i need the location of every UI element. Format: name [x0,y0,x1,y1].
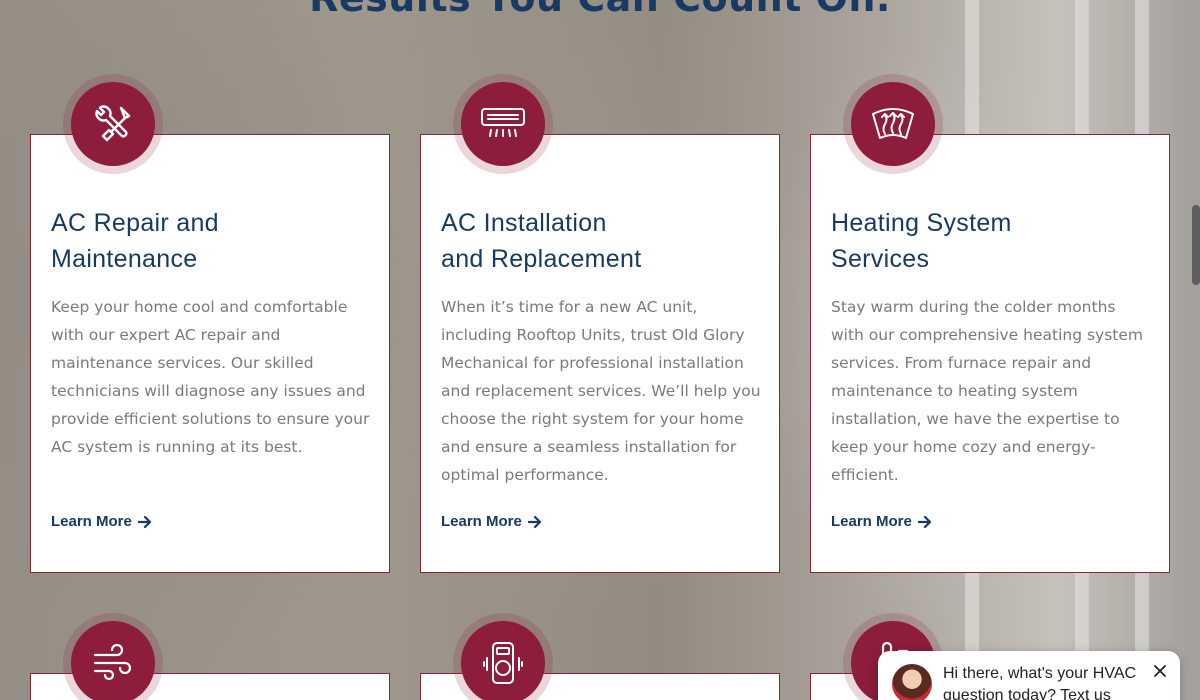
tools-icon [71,82,155,166]
section-headline: Results You Can Count On. [0,0,1200,20]
learn-more-link[interactable]: Learn More [441,513,542,530]
page-scrollbar-thumb[interactable] [1192,205,1200,285]
arrow-right-icon [527,515,541,528]
chat-widget[interactable]: Hi there, what's your HVAC question toda… [878,651,1180,700]
service-card-title: AC Installation and Replacement [441,209,642,273]
service-card-heating: Heating System Services Stay warm during… [810,134,1170,573]
chat-message: Hi there, what's your HVAC question toda… [943,665,1137,700]
service-card-ac-installation: AC Installation and Replacement When it’… [420,134,780,573]
service-card-description: When it’s time for a new AC unit, includ… [441,298,761,484]
heat-waves-icon [851,82,935,166]
service-card-description: Keep your home cool and comfortable with… [51,298,370,456]
service-card-title: AC Repair and Maintenance [51,209,219,273]
service-card-title: Heating System Services [831,209,1012,273]
learn-more-label: Learn More [831,513,912,530]
air-purifier-icon [461,621,545,700]
wind-icon [71,621,155,700]
service-card-ac-repair: AC Repair and Maintenance Keep your home… [30,134,390,573]
learn-more-link[interactable]: Learn More [51,513,152,530]
air-conditioner-icon [461,82,545,166]
arrow-right-icon [137,515,151,528]
learn-more-link[interactable]: Learn More [831,513,932,530]
service-card-description: Stay warm during the colder months with … [831,298,1143,484]
learn-more-label: Learn More [441,513,522,530]
arrow-right-icon [917,515,931,528]
agent-avatar [892,664,932,700]
close-icon[interactable] [1152,663,1168,679]
learn-more-label: Learn More [51,513,132,530]
